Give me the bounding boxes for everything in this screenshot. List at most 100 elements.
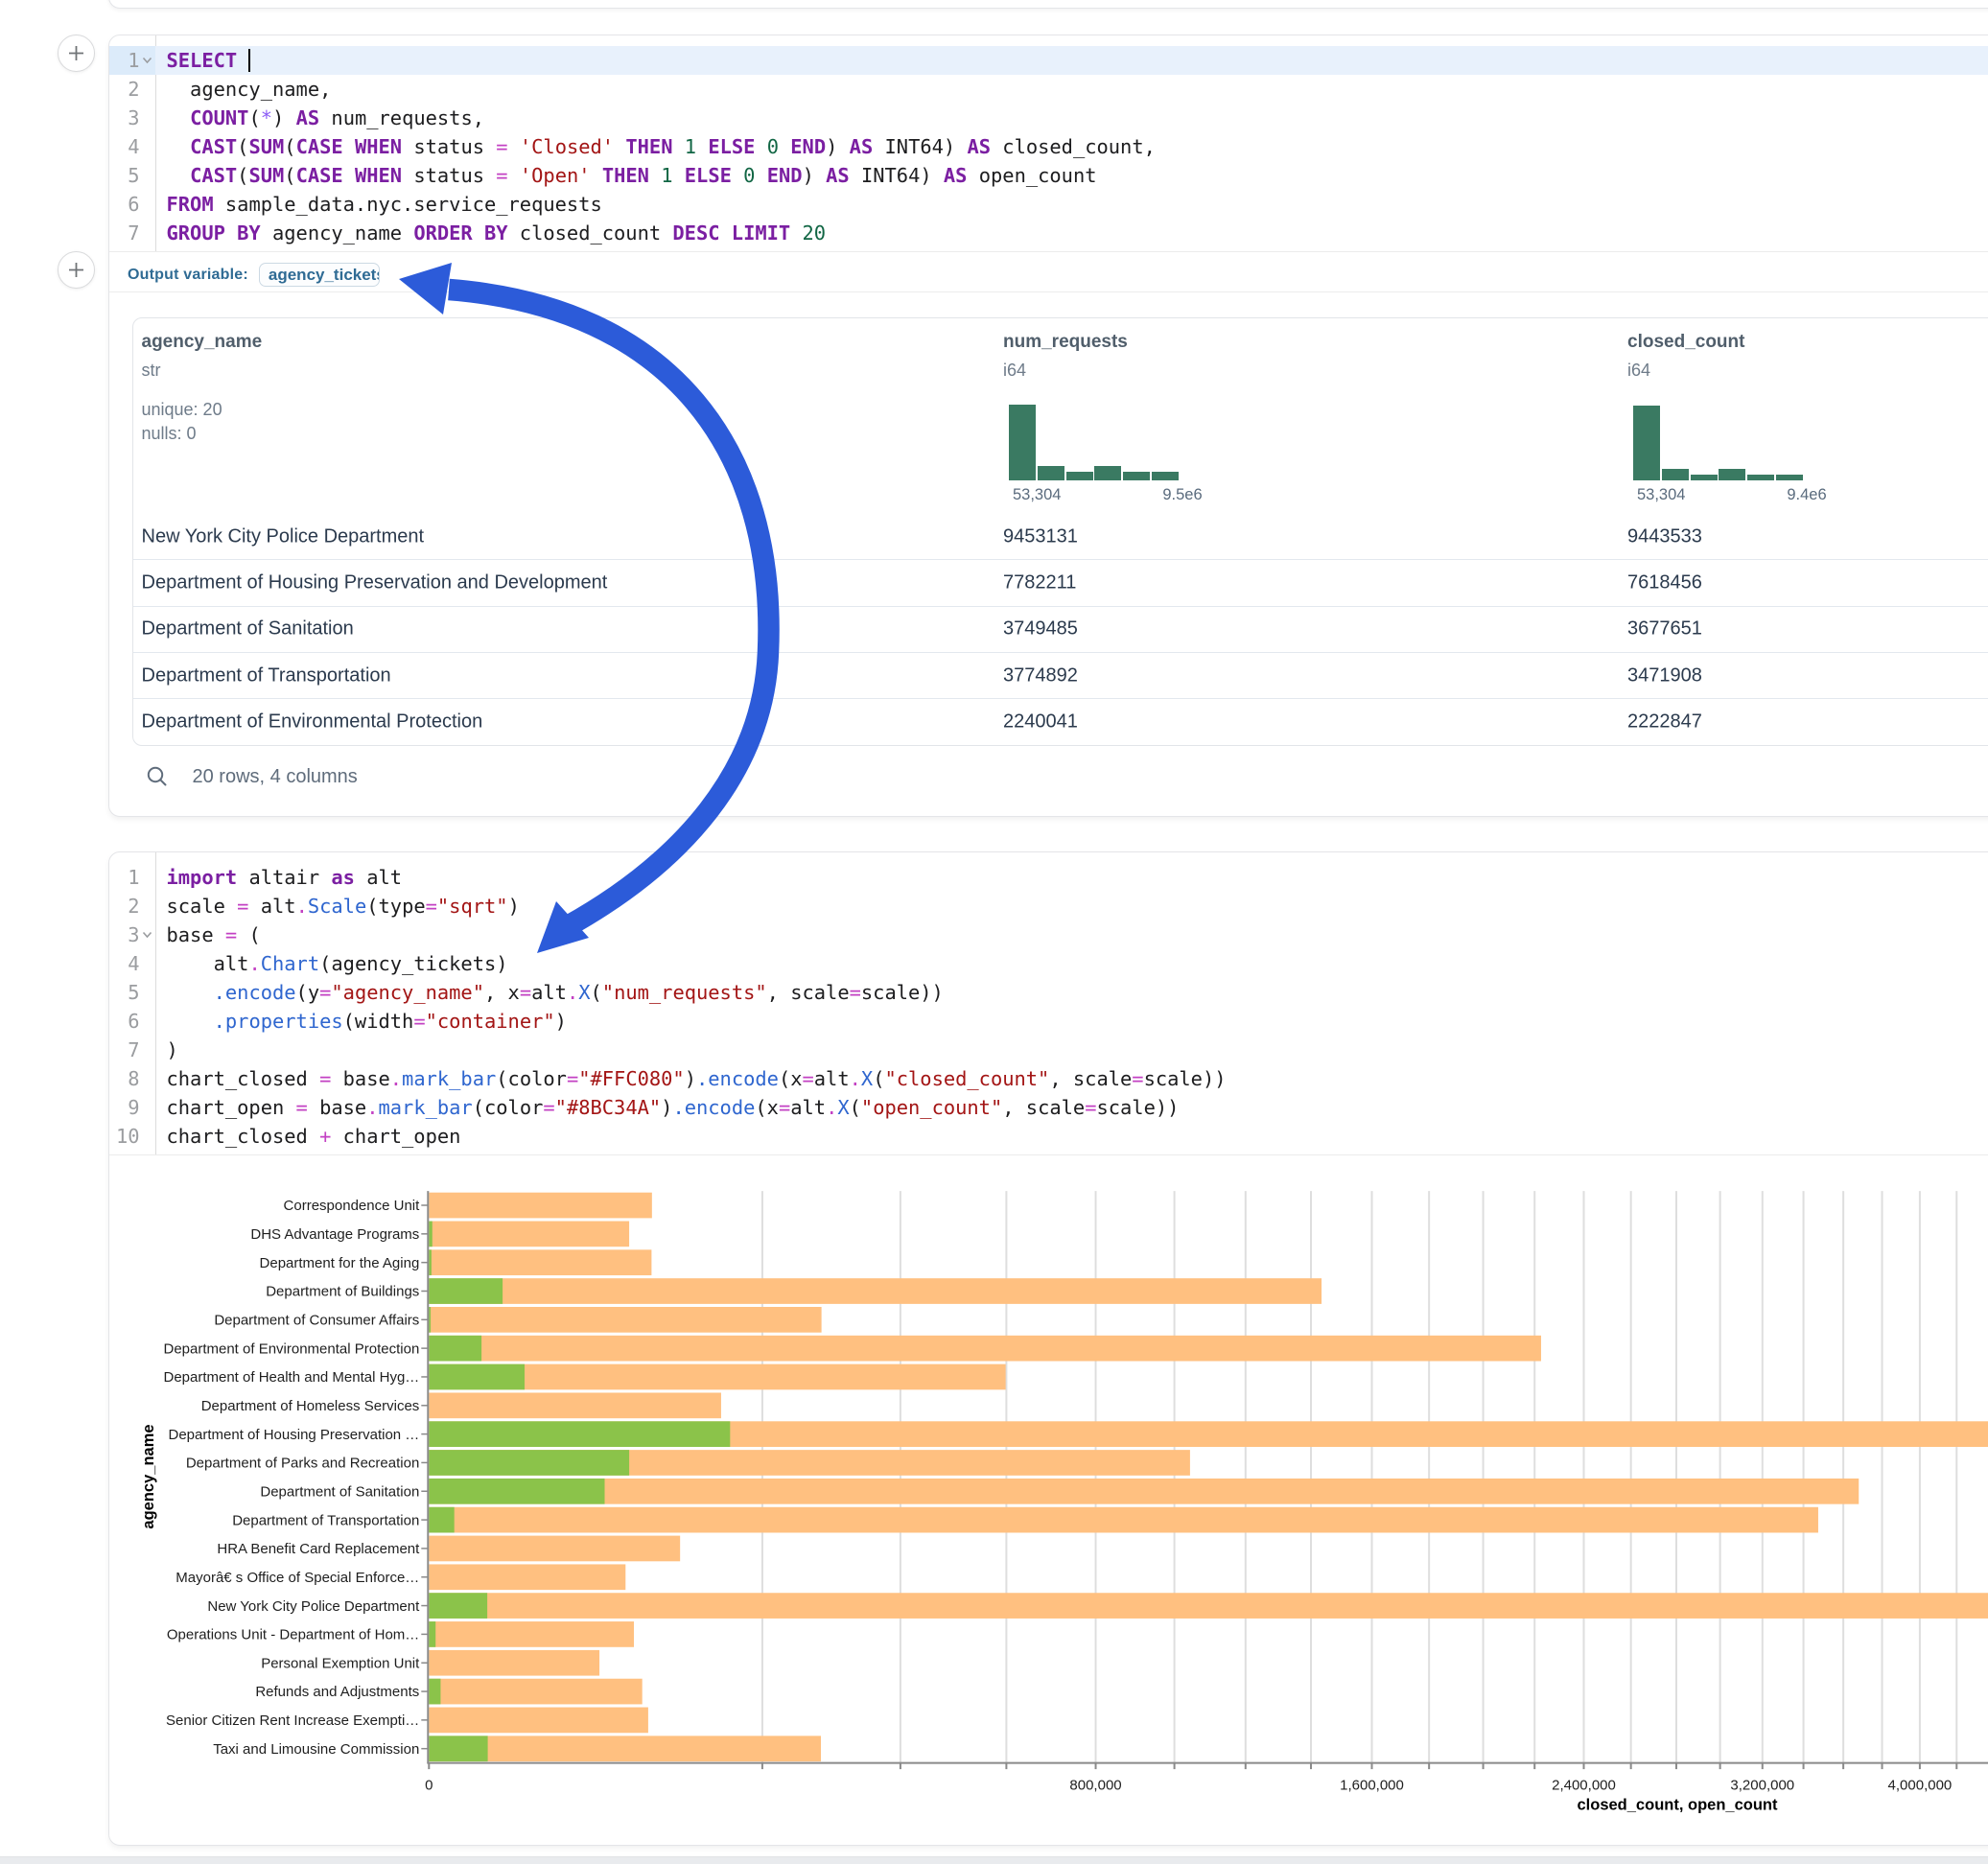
code-text[interactable]: import altair as alt	[155, 863, 1988, 892]
bar-open_count	[429, 1307, 431, 1333]
column-stats: unique: 20nulls: 0	[142, 398, 222, 446]
code-text[interactable]: chart_open = base.mark_bar(color="#8BC34…	[155, 1093, 1988, 1122]
python-code-editor[interactable]: 1import altair as alt2scale = alt.Scale(…	[109, 852, 1988, 1155]
line-number: 2	[109, 75, 155, 104]
bar-closed_count	[429, 1650, 599, 1676]
sql-cell-footer: Output variable: agency_tickets	[109, 252, 1988, 292]
code-line[interactable]: 4 CAST(SUM(CASE WHEN status = 'Closed' T…	[109, 132, 1988, 161]
column-type: str	[142, 361, 161, 381]
y-axis-title: agency_name	[140, 1424, 157, 1528]
bar-open_count	[429, 1421, 730, 1447]
line-number: 6	[109, 1007, 155, 1036]
code-line[interactable]: 7)	[109, 1036, 1988, 1064]
x-axis-label: 4,000,000	[1888, 1778, 1953, 1794]
code-line[interactable]: 1import altair as alt	[109, 863, 1988, 892]
bar-open_count	[429, 1278, 503, 1304]
code-text[interactable]: base = (	[155, 920, 1988, 949]
code-text[interactable]: )	[155, 1036, 1988, 1064]
y-axis-label: Department of Buildings	[266, 1284, 419, 1300]
add-cell-button-below[interactable]	[58, 251, 95, 289]
text-cursor	[248, 49, 250, 72]
code-line[interactable]: 6 .properties(width="container")	[109, 1007, 1988, 1036]
table-row[interactable]: Department of Housing Preservation and D…	[133, 559, 1988, 605]
previous-cell-edge	[108, 0, 1988, 9]
line-number: 5	[109, 978, 155, 1007]
code-text[interactable]: GROUP BY agency_name ORDER BY closed_cou…	[155, 219, 1988, 247]
code-text[interactable]: .encode(y="agency_name", x=alt.X("num_re…	[155, 978, 1988, 1007]
table-row[interactable]: Department of Environmental Protection22…	[133, 698, 1988, 744]
code-text[interactable]: agency_name,	[155, 75, 1988, 104]
line-number: 1	[109, 46, 155, 75]
bar-closed_count	[429, 1222, 629, 1247]
code-text[interactable]: .properties(width="container")	[155, 1007, 1988, 1036]
row-count-label: 20 rows, 4 columns	[193, 766, 358, 788]
code-line[interactable]: 3 COUNT(*) AS num_requests,	[109, 104, 1988, 132]
code-line[interactable]: 9chart_open = base.mark_bar(color="#8BC3…	[109, 1093, 1988, 1122]
code-line[interactable]: 3base = (	[109, 920, 1988, 949]
bar-open_count	[429, 1479, 604, 1504]
search-icon[interactable]	[145, 764, 170, 789]
y-axis-label: Department of Homeless Services	[201, 1398, 420, 1414]
code-line[interactable]: 1SELECT	[109, 46, 1988, 75]
code-text[interactable]: alt.Chart(agency_tickets)	[155, 949, 1988, 978]
code-line[interactable]: 2scale = alt.Scale(type="sqrt")	[109, 892, 1988, 920]
y-axis-label: Senior Citizen Rent Increase Exempti…	[166, 1713, 419, 1729]
y-axis-label: Department of Health and Mental Hyg…	[163, 1369, 419, 1386]
table-cell: 3749485	[1003, 618, 1078, 641]
code-line[interactable]: 8chart_closed = base.mark_bar(color="#FF…	[109, 1064, 1988, 1093]
table-cell: 7782211	[1003, 571, 1076, 594]
table-cell: 9453131	[1003, 525, 1078, 548]
code-text[interactable]: CAST(SUM(CASE WHEN status = 'Closed' THE…	[155, 132, 1988, 161]
bar-open_count	[429, 1364, 525, 1390]
code-text[interactable]: SELECT	[155, 46, 1988, 75]
table-row[interactable]: Department of Sanitation37494853677651	[133, 606, 1988, 652]
bar-open_count	[429, 1593, 487, 1619]
x-axis-label: 2,400,000	[1552, 1778, 1616, 1794]
code-line[interactable]: 6FROM sample_data.nyc.service_requests	[109, 190, 1988, 219]
x-axis-label: 3,200,000	[1730, 1778, 1794, 1794]
code-line[interactable]: 4 alt.Chart(agency_tickets)	[109, 949, 1988, 978]
code-text[interactable]: FROM sample_data.nyc.service_requests	[155, 190, 1988, 219]
code-line[interactable]: 5 CAST(SUM(CASE WHEN status = 'Open' THE…	[109, 161, 1988, 190]
y-axis-label: Department for the Aging	[260, 1255, 420, 1271]
code-text[interactable]: chart_closed = base.mark_bar(color="#FFC…	[155, 1064, 1988, 1093]
code-line[interactable]: 2 agency_name,	[109, 75, 1988, 104]
histogram-bar	[1776, 475, 1803, 480]
table-cell: 3774892	[1003, 664, 1078, 687]
line-number: 9	[109, 1093, 155, 1122]
code-line[interactable]: 7GROUP BY agency_name ORDER BY closed_co…	[109, 219, 1988, 247]
table-cell: New York City Police Department	[142, 525, 425, 548]
table-row[interactable]: Department of Transportation377489234719…	[133, 652, 1988, 698]
table-row[interactable]: New York City Police Department945313194…	[133, 514, 1988, 559]
code-text[interactable]: COUNT(*) AS num_requests,	[155, 104, 1988, 132]
table-cell: 2222847	[1627, 711, 1702, 733]
bar-open_count	[429, 1249, 432, 1275]
add-cell-button-top[interactable]	[58, 35, 95, 72]
code-text[interactable]: chart_closed + chart_open	[155, 1122, 1988, 1151]
fold-chevron-icon[interactable]	[140, 920, 154, 949]
bar-closed_count	[429, 1336, 1541, 1362]
histogram-bar	[1152, 472, 1179, 480]
code-line[interactable]: 5 .encode(y="agency_name", x=alt.X("num_…	[109, 978, 1988, 1007]
bar-closed_count	[429, 1249, 651, 1275]
code-line[interactable]: 10chart_closed + chart_open	[109, 1122, 1988, 1151]
y-axis-label: Taxi and Limousine Commission	[213, 1741, 419, 1758]
column-histogram	[1633, 318, 1810, 480]
histogram-max-label: 9.5e6	[1162, 486, 1202, 504]
fold-chevron-icon[interactable]	[140, 46, 154, 75]
page-bottom-strip	[0, 1856, 1988, 1864]
python-cell: 1import altair as alt2scale = alt.Scale(…	[108, 851, 1988, 1846]
line-number: 10	[109, 1122, 155, 1151]
histogram-min-label: 53,304	[1637, 486, 1685, 504]
table-cell: 2240041	[1003, 711, 1078, 733]
bar-closed_count	[429, 1507, 1818, 1533]
output-variable-badge[interactable]: agency_tickets	[259, 263, 380, 287]
sql-code-editor[interactable]: 1SELECT 2 agency_name,3 COUNT(*) AS num_…	[109, 35, 1988, 252]
histogram-bar	[1691, 475, 1718, 480]
histogram-bar	[1747, 475, 1774, 480]
table-cell: 7618456	[1627, 571, 1702, 594]
column-name[interactable]: agency_name	[142, 332, 263, 353]
code-text[interactable]: CAST(SUM(CASE WHEN status = 'Open' THEN …	[155, 161, 1988, 190]
code-text[interactable]: scale = alt.Scale(type="sqrt")	[155, 892, 1988, 920]
line-number: 7	[109, 219, 155, 247]
